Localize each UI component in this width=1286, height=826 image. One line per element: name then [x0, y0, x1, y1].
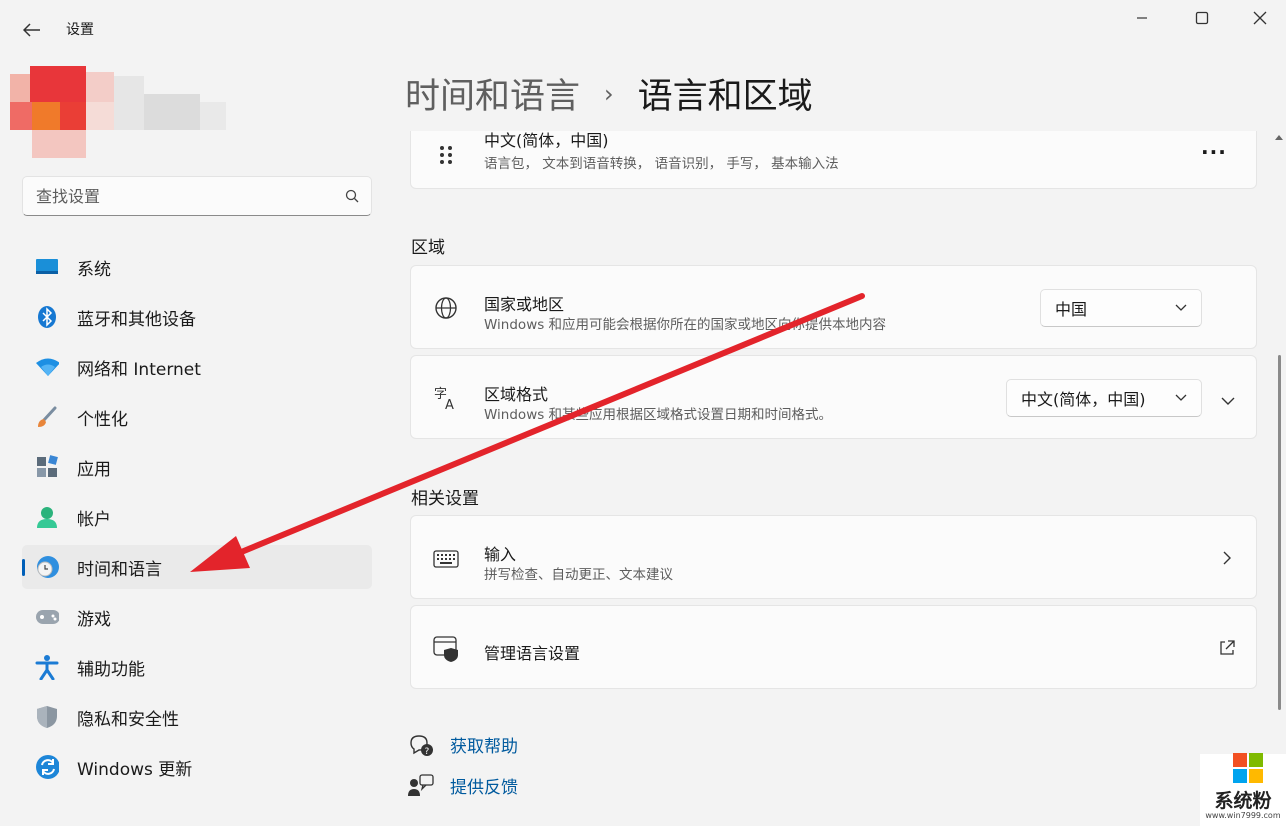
sidebar-item-label: 辅助功能	[77, 659, 145, 680]
country-title: 国家或地区	[484, 295, 565, 314]
language-card[interactable]: 中文(简体，中国) 语言包， 文本到语音转换， 语音识别， 手写， 基本输入法 …	[410, 131, 1257, 189]
related-section-title: 相关设置	[411, 489, 479, 509]
watermark-url: www.win7999.com	[1205, 811, 1281, 820]
accessibility-icon	[35, 655, 59, 680]
sidebar-item-personalization[interactable]: 个性化	[22, 395, 372, 439]
sidebar-item-bluetooth[interactable]: 蓝牙和其他设备	[22, 295, 372, 339]
windows-logo-icon	[1233, 753, 1263, 783]
sidebar-item-gaming[interactable]: 游戏	[22, 595, 372, 639]
language-card-clip: 中文(简体，中国) 语言包， 文本到语音转换， 语音识别， 手写， 基本输入法 …	[410, 131, 1257, 189]
country-card: 国家或地区 Windows 和应用可能会根据你所在的国家或地区向你提供本地内容 …	[410, 265, 1257, 349]
chevron-right-icon	[1223, 551, 1232, 569]
sidebar-item-accessibility[interactable]: 辅助功能	[22, 645, 372, 689]
gamepad-icon	[35, 605, 59, 629]
region-format-subtitle: Windows 和某些应用根据区域格式设置日期和时间格式。	[484, 407, 833, 423]
watermark: 系统粉 www.win7999.com	[1200, 753, 1286, 826]
typing-card[interactable]: 输入 拼写检查、自动更正、文本建议	[410, 515, 1257, 599]
country-dropdown[interactable]: 中国	[1040, 289, 1202, 327]
scroll-up-arrow-icon[interactable]	[1275, 134, 1283, 140]
sidebar-nav: 系统 蓝牙和其他设备 网络和 Internet 个性化 应用 帐户 时间和语言 …	[22, 245, 372, 795]
drag-handle-icon[interactable]	[433, 142, 459, 168]
minimize-button[interactable]	[1122, 4, 1162, 32]
time-language-icon	[35, 555, 59, 579]
get-help-label: 获取帮助	[450, 737, 518, 757]
language-title: 中文(简体，中国)	[484, 131, 609, 150]
wifi-icon	[35, 355, 59, 379]
feedback-icon	[408, 773, 434, 796]
language-subtitle: 语言包， 文本到语音转换， 语音识别， 手写， 基本输入法	[484, 156, 839, 172]
keyboard-icon	[433, 546, 459, 572]
external-link-icon	[1219, 640, 1235, 660]
country-value: 中国	[1055, 300, 1088, 319]
expand-chevron-icon[interactable]	[1221, 392, 1235, 410]
sidebar-item-label: 隐私和安全性	[77, 709, 179, 730]
globe-icon	[433, 295, 459, 321]
chevron-down-icon	[1175, 394, 1187, 401]
sidebar-item-label: 个性化	[77, 409, 128, 430]
sidebar-item-time-language[interactable]: 时间和语言	[22, 545, 372, 589]
help-icon: ?	[410, 734, 433, 757]
sidebar-item-label: Windows 更新	[77, 759, 193, 780]
app-title: 设置	[66, 22, 94, 38]
get-help-link[interactable]: ? 获取帮助	[408, 732, 518, 757]
update-icon	[35, 755, 59, 779]
admin-shield-icon	[433, 636, 459, 662]
give-feedback-label: 提供反馈	[450, 778, 518, 798]
give-feedback-link[interactable]: 提供反馈	[408, 773, 518, 798]
country-subtitle: Windows 和应用可能会根据你所在的国家或地区向你提供本地内容	[484, 317, 887, 333]
bluetooth-icon	[35, 305, 59, 329]
page-title: 语言和区域	[637, 77, 813, 117]
svg-text:?: ?	[425, 747, 430, 757]
search-icon[interactable]	[345, 189, 359, 203]
sidebar-item-system[interactable]: 系统	[22, 245, 372, 289]
sidebar-item-label: 游戏	[77, 609, 111, 630]
region-format-card: 字A 区域格式 Windows 和某些应用根据区域格式设置日期和时间格式。 中文…	[410, 355, 1257, 439]
arrow-left-icon	[23, 23, 40, 37]
region-format-value: 中文(简体，中国)	[1021, 390, 1146, 409]
region-section-title: 区域	[411, 238, 445, 258]
sidebar-item-label: 网络和 Internet	[77, 359, 201, 380]
close-icon	[1253, 11, 1267, 25]
sidebar-item-label: 应用	[77, 459, 111, 480]
minimize-icon	[1137, 17, 1147, 19]
system-icon	[35, 255, 59, 279]
sidebar-item-windows-update[interactable]: Windows 更新	[22, 745, 372, 789]
typing-title: 输入	[484, 545, 517, 564]
sidebar-item-label: 蓝牙和其他设备	[77, 309, 196, 330]
watermark-text: 系统粉	[1214, 790, 1272, 812]
sidebar-item-label: 时间和语言	[77, 559, 162, 580]
maximize-button[interactable]	[1182, 4, 1222, 32]
breadcrumb: 时间和语言 › 语言和区域	[405, 68, 813, 119]
admin-language-title: 管理语言设置	[484, 644, 581, 663]
back-button[interactable]	[18, 16, 46, 44]
breadcrumb-parent[interactable]: 时间和语言	[405, 68, 580, 119]
chevron-down-icon	[1175, 304, 1187, 311]
sidebar-item-network[interactable]: 网络和 Internet	[22, 345, 372, 389]
search-box[interactable]	[22, 176, 372, 216]
brush-icon	[35, 405, 59, 429]
apps-icon	[35, 455, 59, 479]
breadcrumb-separator: ›	[604, 79, 614, 108]
region-format-dropdown[interactable]: 中文(简体，中国)	[1006, 379, 1202, 417]
sidebar-item-label: 帐户	[77, 509, 111, 530]
shield-icon	[35, 705, 59, 729]
sidebar-item-accounts[interactable]: 帐户	[22, 495, 372, 539]
maximize-icon	[1195, 11, 1209, 25]
region-format-title: 区域格式	[484, 385, 549, 404]
search-input[interactable]	[36, 186, 345, 206]
scrollbar-thumb[interactable]	[1278, 355, 1281, 710]
sidebar-item-label: 系统	[77, 259, 111, 280]
more-options-button[interactable]: ···	[1201, 140, 1227, 164]
typing-subtitle: 拼写检查、自动更正、文本建议	[484, 567, 673, 583]
account-icon	[35, 505, 59, 529]
admin-language-card[interactable]: 管理语言设置	[410, 605, 1257, 689]
sidebar-item-apps[interactable]: 应用	[22, 445, 372, 489]
close-button[interactable]	[1240, 4, 1280, 32]
language-format-icon: 字A	[433, 385, 459, 411]
sidebar-item-privacy[interactable]: 隐私和安全性	[22, 695, 372, 739]
user-avatar	[10, 66, 230, 160]
svg-text:A: A	[445, 398, 454, 411]
